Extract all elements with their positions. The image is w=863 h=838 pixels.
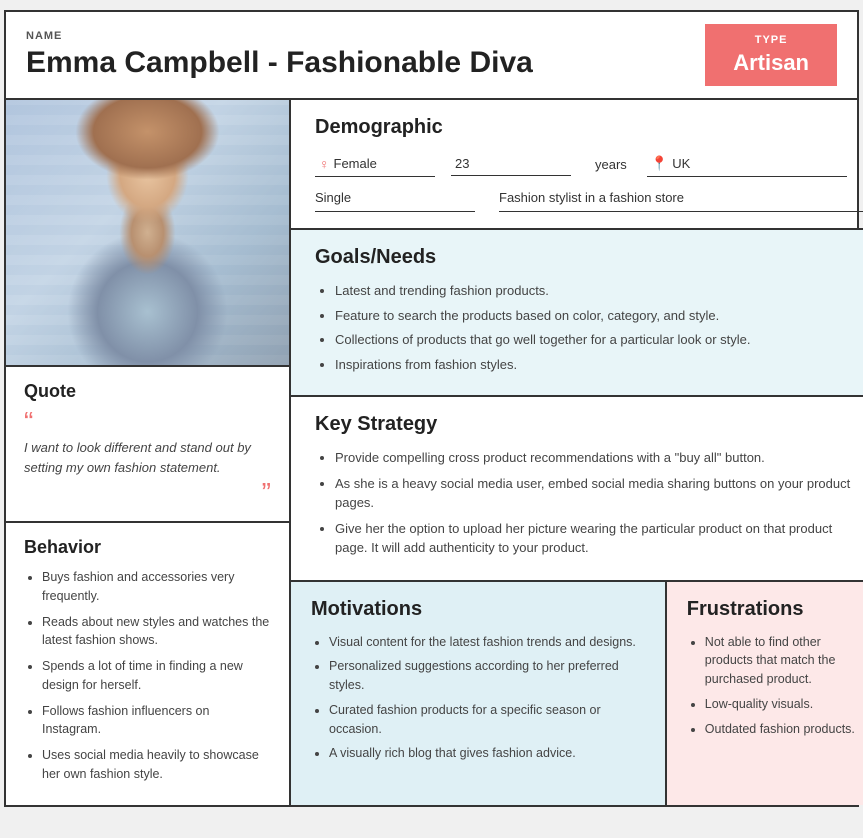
profile-photo — [6, 100, 289, 365]
strategy-title: Key Strategy — [315, 413, 863, 436]
list-item: Uses social media heavily to showcase he… — [42, 746, 271, 784]
strategy-list: Provide compelling cross product recomme… — [315, 448, 863, 558]
location-icon: 📍 — [651, 155, 668, 172]
demo-row-1: ♀ Female 23 years 📍 UK — [315, 151, 863, 177]
quote-open-icon: “ — [24, 408, 271, 436]
list-item: Curated fashion products for a specific … — [329, 701, 645, 739]
type-badge: TYPE Artisan — [705, 24, 837, 86]
occupation-field: Fashion stylist in a fashion store — [499, 185, 863, 212]
right-column: Demographic ♀ Female 23 years 📍 UK — [291, 100, 863, 805]
bottom-row: Motivations Visual content for the lates… — [291, 582, 863, 805]
list-item: Spends a lot of time in finding a new de… — [42, 657, 271, 695]
list-item: Give her the option to upload her pictur… — [335, 519, 863, 558]
list-item: Feature to search the products based on … — [335, 306, 863, 326]
gender-icon: ♀ — [319, 156, 330, 172]
list-item: Collections of products that go well tog… — [335, 330, 863, 350]
header-left: NAME Emma Campbell - Fashionable Diva — [26, 24, 533, 86]
strategy-section: Key Strategy Provide compelling cross pr… — [291, 397, 863, 582]
quote-section: Quote “ I want to look different and sta… — [6, 365, 289, 523]
gender-field: ♀ Female — [315, 152, 435, 177]
quote-close-icon: ” — [24, 479, 271, 507]
list-item: Personalized suggestions according to he… — [329, 657, 645, 695]
motivations-title: Motivations — [311, 598, 645, 621]
behavior-title: Behavior — [24, 537, 271, 558]
list-item: A visually rich blog that gives fashion … — [329, 744, 645, 763]
left-column: Quote “ I want to look different and sta… — [6, 100, 291, 805]
frustrations-list: Not able to find other products that mat… — [687, 633, 863, 739]
occupation-value: Fashion stylist in a fashion store — [499, 190, 684, 205]
motivations-list: Visual content for the latest fashion tr… — [311, 633, 645, 764]
gender-value: Female — [334, 156, 377, 171]
list-item: Latest and trending fashion products. — [335, 281, 863, 301]
behavior-list: Buys fashion and accessories very freque… — [24, 568, 271, 784]
persona-card: NAME Emma Campbell - Fashionable Diva TY… — [4, 10, 859, 807]
list-item: Reads about new styles and watches the l… — [42, 613, 271, 651]
demographic-title: Demographic — [315, 116, 863, 139]
location-field: 📍 UK — [647, 151, 847, 177]
list-item: Buys fashion and accessories very freque… — [42, 568, 271, 606]
list-item: Inspirations from fashion styles. — [335, 355, 863, 375]
age-field: 23 — [451, 152, 571, 176]
goals-list: Latest and trending fashion products. Fe… — [315, 281, 863, 374]
quote-text: I want to look different and stand out b… — [24, 438, 271, 477]
list-item: Low-quality visuals. — [705, 695, 863, 714]
frustrations-section: Frustrations Not able to find other prod… — [667, 582, 863, 805]
relationship-value: Single — [315, 190, 351, 205]
quote-title: Quote — [24, 381, 271, 402]
list-item: As she is a heavy social media user, emb… — [335, 474, 863, 513]
demographic-section: Demographic ♀ Female 23 years 📍 UK — [291, 100, 863, 230]
relationship-field: Single — [315, 185, 475, 212]
list-item: Provide compelling cross product recomme… — [335, 448, 863, 468]
list-item: Visual content for the latest fashion tr… — [329, 633, 645, 652]
header: NAME Emma Campbell - Fashionable Diva TY… — [6, 12, 857, 100]
persona-name: Emma Campbell - Fashionable Diva — [26, 46, 533, 80]
goals-title: Goals/Needs — [315, 246, 863, 269]
list-item: Not able to find other products that mat… — [705, 633, 863, 689]
age-value: 23 — [455, 156, 469, 171]
list-item: Follows fashion influencers on Instagram… — [42, 702, 271, 740]
behavior-section: Behavior Buys fashion and accessories ve… — [6, 523, 289, 805]
type-value: Artisan — [733, 50, 809, 76]
demo-row-2: Single Fashion stylist in a fashion stor… — [315, 185, 863, 212]
type-label: TYPE — [755, 34, 788, 46]
name-label: NAME — [26, 30, 533, 42]
motivations-section: Motivations Visual content for the lates… — [291, 582, 667, 805]
list-item: Outdated fashion products. — [705, 720, 863, 739]
location-value: UK — [672, 156, 690, 171]
age-unit: years — [595, 157, 627, 172]
photo-overlay — [6, 100, 289, 365]
body: Quote “ I want to look different and sta… — [6, 100, 857, 805]
frustrations-title: Frustrations — [687, 598, 863, 621]
goals-section: Goals/Needs Latest and trending fashion … — [291, 230, 863, 397]
